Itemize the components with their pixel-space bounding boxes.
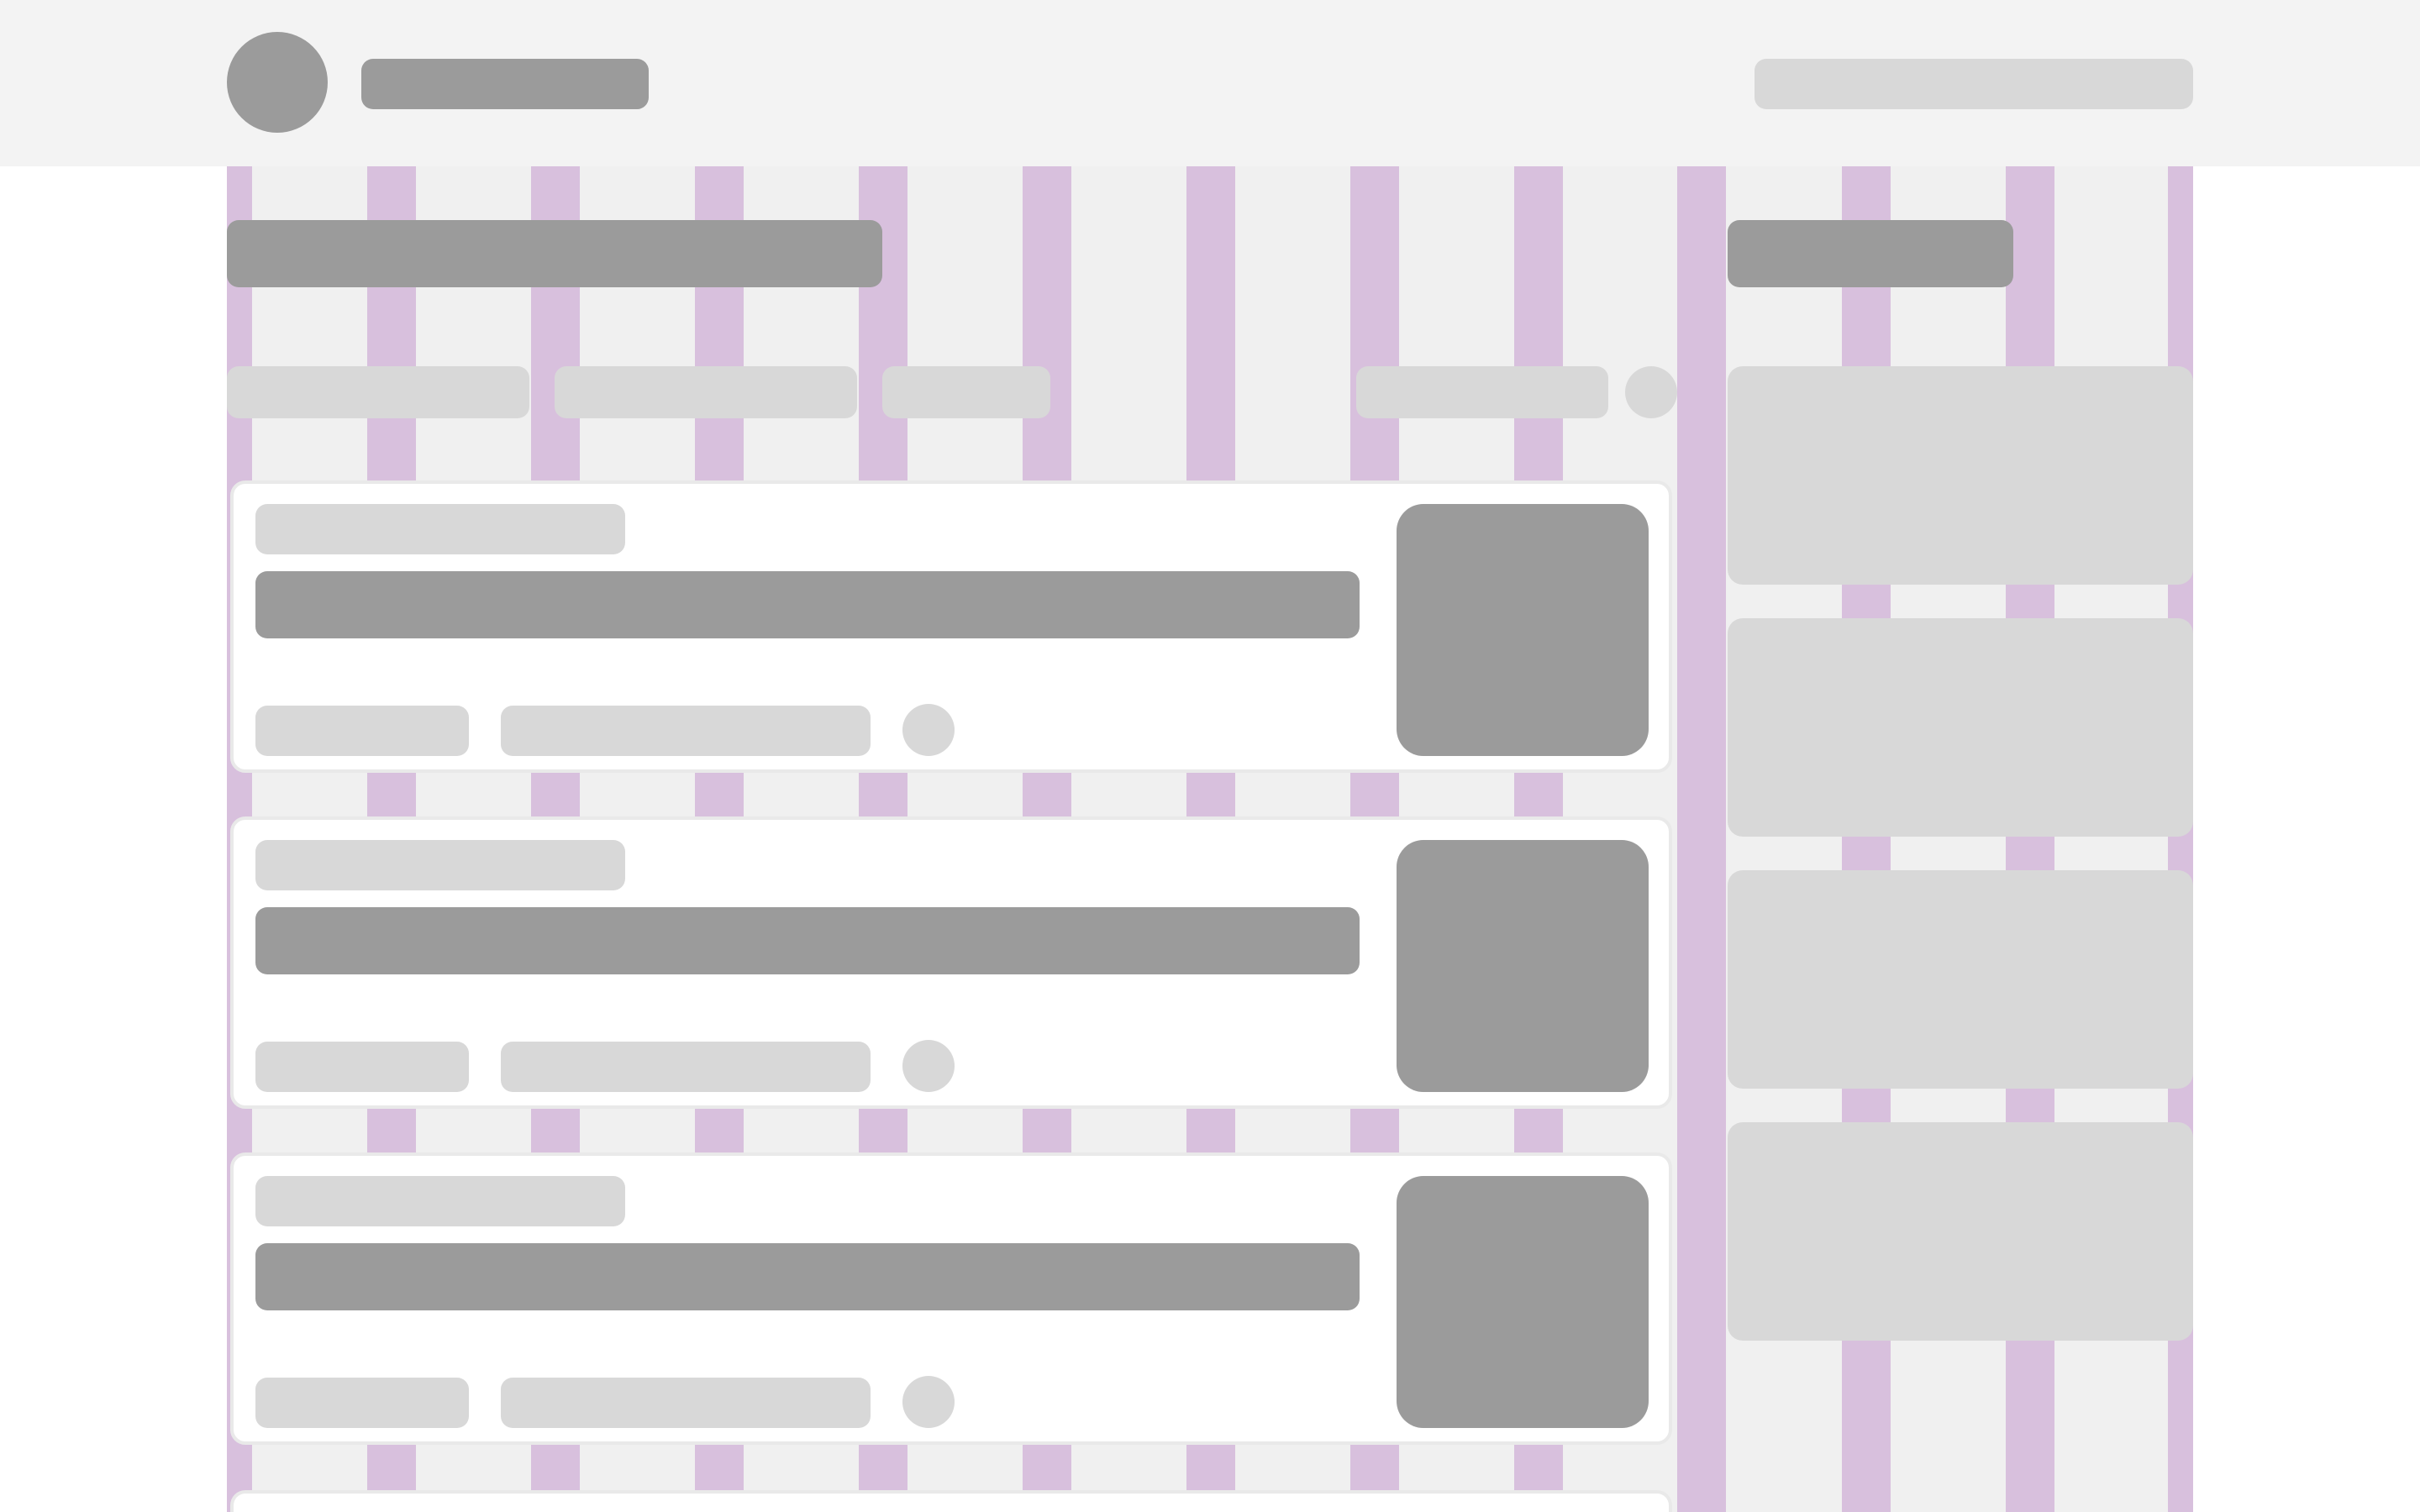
card-meta bbox=[255, 1042, 469, 1092]
card-title[interactable] bbox=[255, 1243, 1360, 1310]
filter-bar bbox=[227, 366, 1677, 418]
card-title[interactable] bbox=[255, 571, 1360, 638]
card-status-dot bbox=[902, 1040, 955, 1092]
card-thumbnail[interactable] bbox=[1397, 504, 1649, 756]
top-header bbox=[0, 0, 2420, 166]
filter-pill[interactable] bbox=[555, 366, 857, 418]
card-meta bbox=[255, 706, 469, 756]
grid-gutter-middle bbox=[1677, 166, 1726, 1512]
card-kicker bbox=[255, 1176, 625, 1226]
card-thumbnail[interactable] bbox=[1397, 1176, 1649, 1428]
card-meta bbox=[501, 706, 871, 756]
wireframe-page bbox=[0, 0, 2420, 1512]
sidebar-card[interactable] bbox=[1728, 618, 2193, 837]
card-thumbnail[interactable] bbox=[1397, 840, 1649, 1092]
filter-icon[interactable] bbox=[1625, 366, 1677, 418]
avatar[interactable] bbox=[227, 32, 328, 133]
sidebar-card[interactable] bbox=[1728, 870, 2193, 1089]
sidebar-card[interactable] bbox=[1728, 1122, 2193, 1341]
filter-pill[interactable] bbox=[1356, 366, 1608, 418]
card-kicker bbox=[255, 840, 625, 890]
content-card[interactable] bbox=[230, 480, 1672, 773]
card-meta bbox=[501, 1378, 871, 1428]
card-status-dot bbox=[902, 1376, 955, 1428]
filter-pill[interactable] bbox=[882, 366, 1050, 418]
next-card-edge bbox=[230, 1490, 1672, 1512]
filter-pill[interactable] bbox=[227, 366, 529, 418]
card-status-dot bbox=[902, 704, 955, 756]
card-kicker bbox=[255, 504, 625, 554]
content-card[interactable] bbox=[230, 1152, 1672, 1445]
sidebar-card[interactable] bbox=[1728, 366, 2193, 585]
header-search-input[interactable] bbox=[1754, 59, 2193, 109]
content-card[interactable] bbox=[230, 816, 1672, 1109]
main-heading bbox=[227, 220, 882, 287]
card-meta bbox=[501, 1042, 871, 1092]
card-meta bbox=[255, 1378, 469, 1428]
header-title bbox=[361, 59, 649, 109]
card-title[interactable] bbox=[255, 907, 1360, 974]
sidebar-heading bbox=[1728, 220, 2013, 287]
